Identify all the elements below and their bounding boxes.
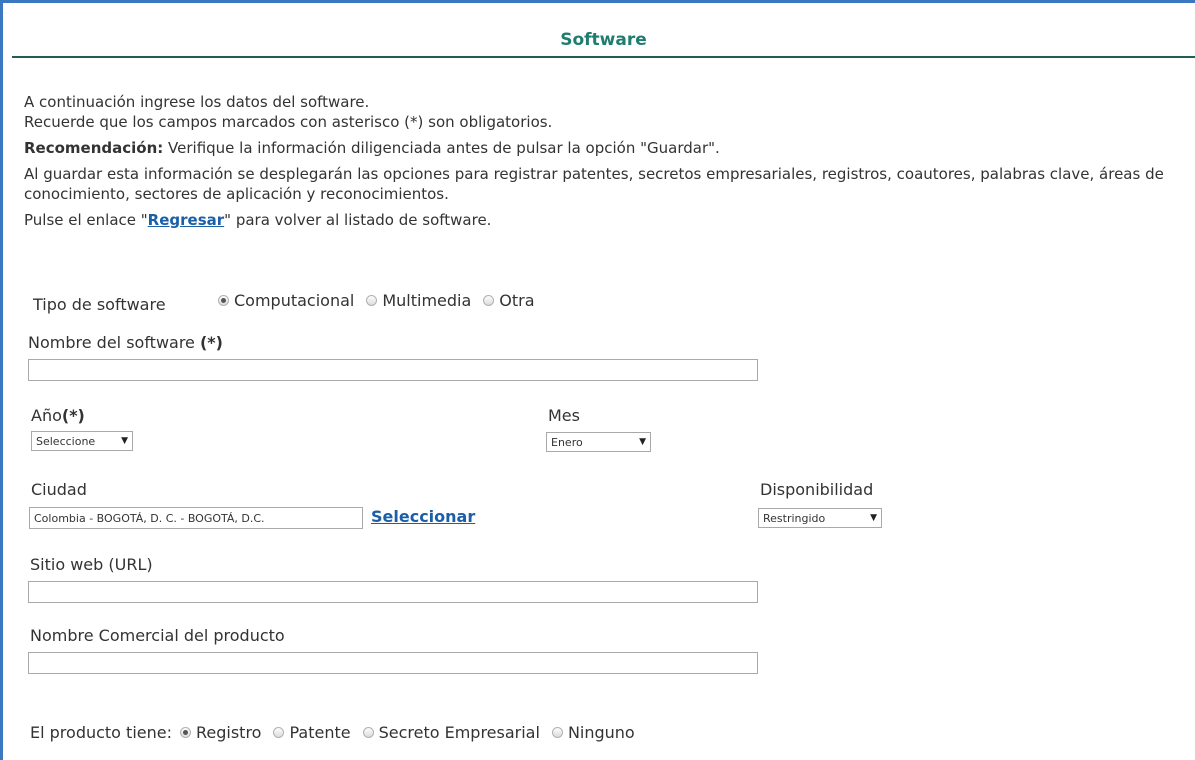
mes-label: Mes (548, 406, 580, 425)
intro-line-5: Pulse el enlace "Regresar" para volver a… (24, 210, 1189, 230)
radio-label: Otra (499, 291, 535, 310)
chevron-down-icon: ▼ (639, 437, 646, 447)
required-mark: (*) (199, 333, 223, 352)
mes-select-value: Enero (551, 435, 583, 449)
sitio-web-input[interactable] (28, 581, 758, 603)
nombre-software-label: Nombre del software (*) (28, 333, 223, 352)
radio-unchecked-icon[interactable] (483, 295, 495, 306)
seleccionar-link[interactable]: Seleccionar (371, 507, 475, 526)
radio-patente[interactable]: Patente (273, 723, 351, 742)
radio-multimedia[interactable]: Multimedia (366, 291, 471, 310)
radio-ninguno[interactable]: Ninguno (551, 723, 635, 742)
radio-unchecked-icon[interactable] (273, 727, 285, 738)
header-divider (12, 56, 1195, 58)
recommendation-label: Recomendación: (24, 139, 164, 157)
regresar-link[interactable]: Regresar (148, 211, 224, 229)
nombre-software-input[interactable] (28, 359, 758, 381)
anio-label: Año(*) (31, 406, 85, 425)
producto-tiene-group: El producto tiene: Registro Patente Secr… (30, 723, 647, 742)
radio-label: Ninguno (567, 723, 635, 742)
page-title: Software (560, 30, 647, 50)
nombre-comercial-label: Nombre Comercial del producto (30, 626, 285, 645)
ciudad-input[interactable]: Colombia - BOGOTÁ, D. C. - BOGOTÁ, D.C. (29, 507, 363, 529)
tipo-software-radio-group: Computacional Multimedia Otra (218, 291, 547, 310)
radio-unchecked-icon[interactable] (366, 295, 378, 306)
anio-select[interactable]: Seleccione ▼ (31, 431, 133, 451)
intro-line-2: Recuerde que los campos marcados con ast… (24, 113, 553, 131)
ciudad-value: Colombia - BOGOTÁ, D. C. - BOGOTÁ, D.C. (34, 511, 265, 525)
radio-computacional[interactable]: Computacional (218, 291, 354, 310)
intro-line-4: Al guardar esta información se desplegar… (24, 165, 1164, 203)
tipo-software-label: Tipo de software (33, 295, 166, 314)
anio-label-text: Año (31, 406, 62, 425)
ciudad-label: Ciudad (31, 480, 87, 499)
chevron-down-icon: ▼ (870, 513, 877, 523)
required-mark: (*) (61, 406, 85, 425)
sitio-web-label: Sitio web (URL) (30, 555, 153, 574)
radio-otra[interactable]: Otra (483, 291, 535, 310)
chevron-down-icon: ▼ (121, 436, 128, 446)
intro-line-5-after: " para volver al listado de software. (224, 211, 492, 229)
anio-select-value: Seleccione (36, 434, 96, 448)
intro-line-5-before: Pulse el enlace " (24, 211, 148, 229)
radio-checked-icon[interactable] (218, 295, 229, 306)
radio-label: Computacional (234, 291, 355, 310)
disponibilidad-select-value: Restringido (763, 511, 826, 525)
nombre-comercial-input[interactable] (28, 652, 758, 674)
radio-label: Patente (289, 723, 351, 742)
nombre-software-label-text: Nombre del software (28, 333, 200, 352)
producto-tiene-label: El producto tiene: (30, 723, 172, 742)
intro-line-1: A continuación ingrese los datos del sof… (24, 93, 370, 111)
instructions: A continuación ingrese los datos del sof… (24, 92, 1189, 230)
disponibilidad-select[interactable]: Restringido ▼ (758, 508, 882, 528)
radio-unchecked-icon[interactable] (362, 727, 374, 738)
disponibilidad-label: Disponibilidad (760, 480, 874, 499)
radio-label: Secreto Empresarial (378, 723, 540, 742)
recommendation: Recomendación: Verifique la información … (24, 138, 1189, 158)
radio-label: Registro (196, 723, 262, 742)
mes-select[interactable]: Enero ▼ (546, 432, 651, 452)
radio-secreto-empresarial[interactable]: Secreto Empresarial (362, 723, 540, 742)
radio-unchecked-icon[interactable] (551, 727, 563, 738)
radio-label: Multimedia (382, 291, 472, 310)
recommendation-text: Verifique la información diligenciada an… (163, 139, 720, 157)
radio-registro[interactable]: Registro (180, 723, 261, 742)
radio-checked-icon[interactable] (180, 727, 191, 738)
